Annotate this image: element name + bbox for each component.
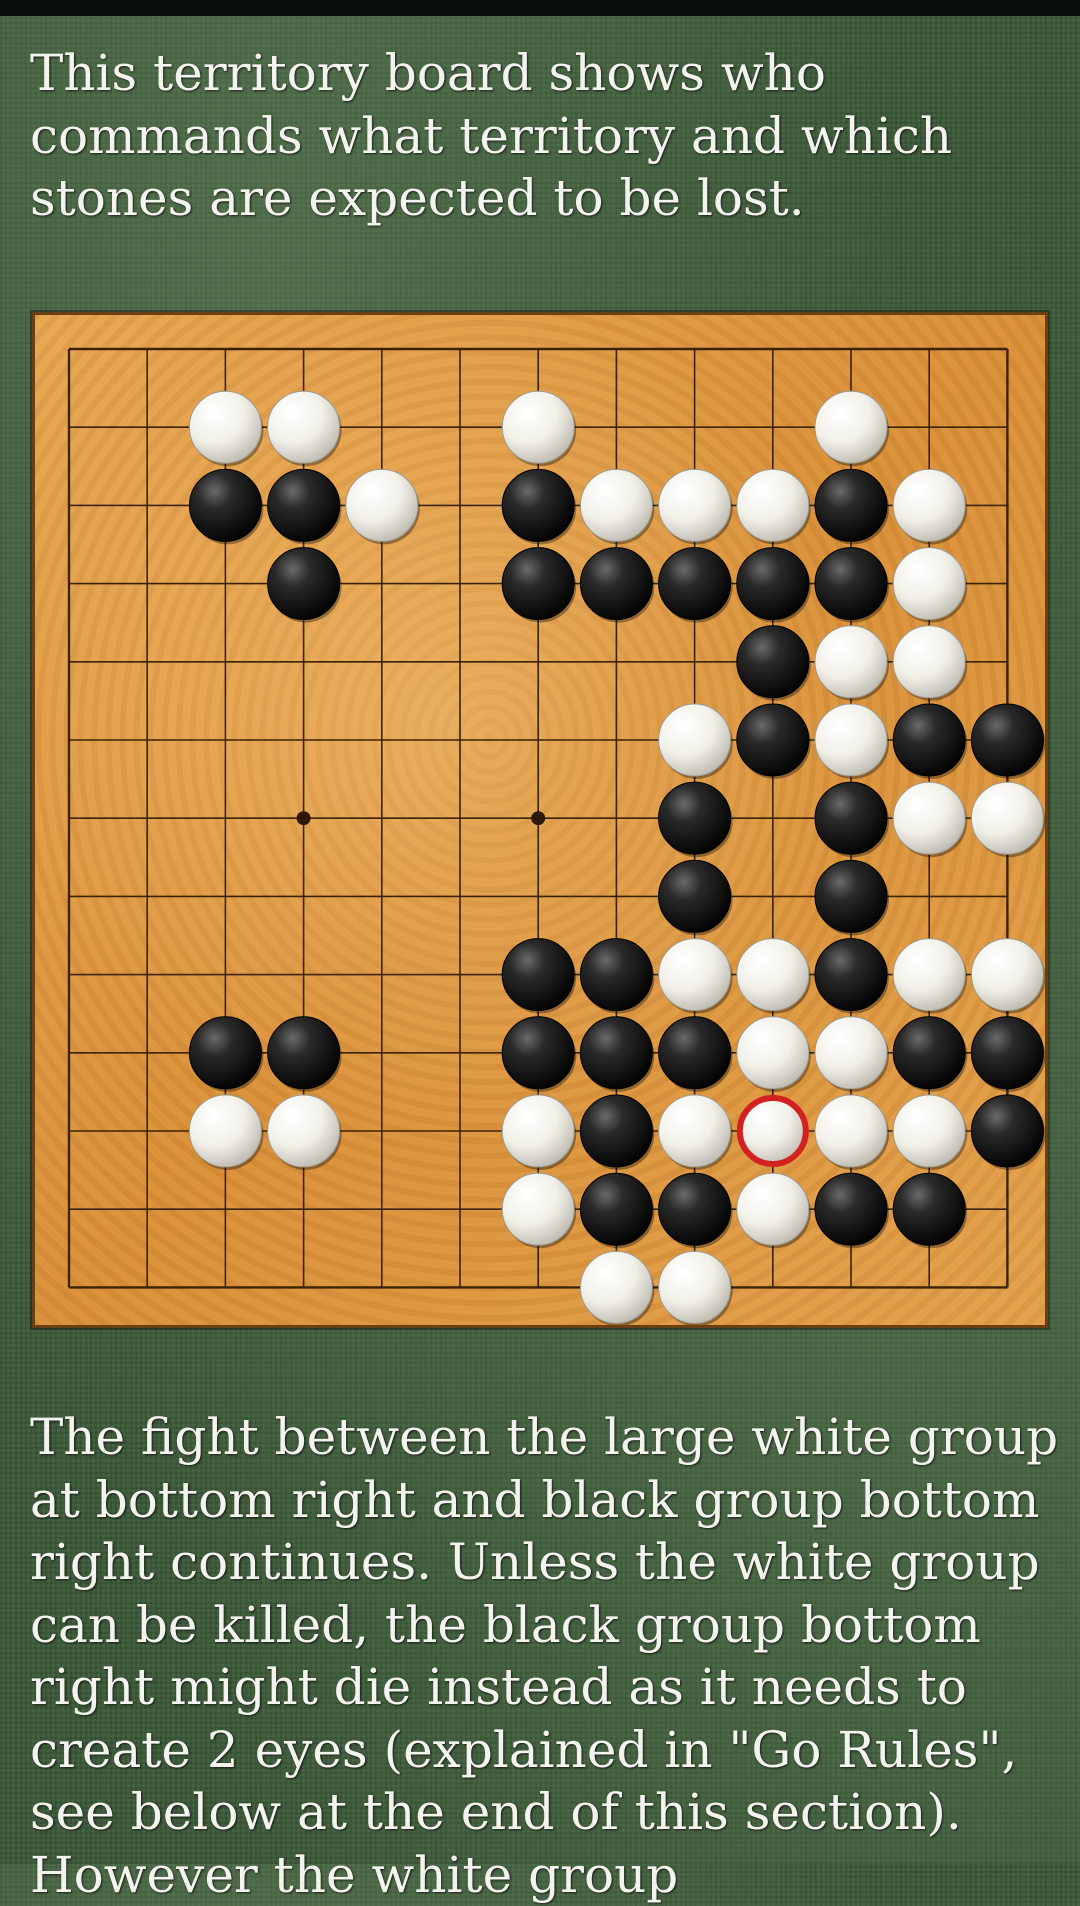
white-stone xyxy=(892,547,966,621)
white-stone xyxy=(658,1250,732,1324)
black-stone xyxy=(658,781,732,855)
black-stone xyxy=(267,1016,341,1090)
black-stone xyxy=(892,1016,966,1090)
black-stone xyxy=(970,703,1044,777)
white-stone xyxy=(501,390,575,464)
black-stone xyxy=(814,1172,888,1246)
black-stone xyxy=(814,859,888,933)
black-stone xyxy=(892,703,966,777)
black-stone xyxy=(814,547,888,621)
black-stone xyxy=(658,859,732,933)
white-stone xyxy=(345,468,419,542)
white-stone xyxy=(892,625,966,699)
white-stone xyxy=(892,468,966,542)
black-stone xyxy=(814,781,888,855)
white-stone xyxy=(814,1016,888,1090)
black-stone xyxy=(188,468,262,542)
white-stone xyxy=(814,703,888,777)
white-stone xyxy=(188,1094,262,1168)
star-point xyxy=(531,811,546,826)
black-stone xyxy=(736,547,810,621)
black-stone xyxy=(188,1016,262,1090)
black-stone xyxy=(579,938,653,1012)
white-stone xyxy=(658,938,732,1012)
black-stone xyxy=(658,547,732,621)
white-stone xyxy=(892,938,966,1012)
white-stone xyxy=(970,938,1044,1012)
black-stone xyxy=(970,1094,1044,1168)
intro-paragraph: This territory board shows who commands … xyxy=(30,44,953,227)
white-stone xyxy=(579,468,653,542)
black-stone xyxy=(658,1016,732,1090)
white-stone xyxy=(814,390,888,464)
last-move-marker xyxy=(736,1095,809,1167)
white-stone xyxy=(658,468,732,542)
black-stone xyxy=(501,468,575,542)
white-stone xyxy=(814,1094,888,1168)
white-stone xyxy=(658,1094,732,1168)
black-stone xyxy=(970,1016,1044,1090)
go-board-svg[interactable] xyxy=(35,315,1045,1325)
black-stone xyxy=(814,938,888,1012)
status-bar xyxy=(0,0,1080,16)
white-stone xyxy=(188,390,262,464)
white-stone xyxy=(892,781,966,855)
black-stone xyxy=(658,1172,732,1246)
white-stone xyxy=(814,625,888,699)
star-point xyxy=(296,811,311,826)
explanation-paragraph: The fight between the large white group … xyxy=(30,1408,1059,1904)
go-board[interactable] xyxy=(32,312,1048,1328)
white-stone xyxy=(892,1094,966,1168)
white-stone xyxy=(579,1250,653,1324)
black-stone xyxy=(501,938,575,1012)
white-stone xyxy=(267,1094,341,1168)
white-stone xyxy=(267,390,341,464)
black-stone xyxy=(267,547,341,621)
white-stone xyxy=(501,1172,575,1246)
white-stone xyxy=(501,1094,575,1168)
black-stone xyxy=(579,1016,653,1090)
white-stone xyxy=(736,1016,810,1090)
black-stone xyxy=(814,468,888,542)
black-stone xyxy=(267,468,341,542)
white-stone xyxy=(736,468,810,542)
white-stone xyxy=(736,938,810,1012)
black-stone xyxy=(579,1172,653,1246)
black-stone xyxy=(736,625,810,699)
black-stone xyxy=(736,703,810,777)
black-stone xyxy=(501,1016,575,1090)
black-stone xyxy=(579,1094,653,1168)
white-stone xyxy=(970,781,1044,855)
white-stone xyxy=(658,703,732,777)
black-stone xyxy=(892,1172,966,1246)
black-stone xyxy=(501,547,575,621)
black-stone xyxy=(579,547,653,621)
white-stone xyxy=(736,1172,810,1246)
